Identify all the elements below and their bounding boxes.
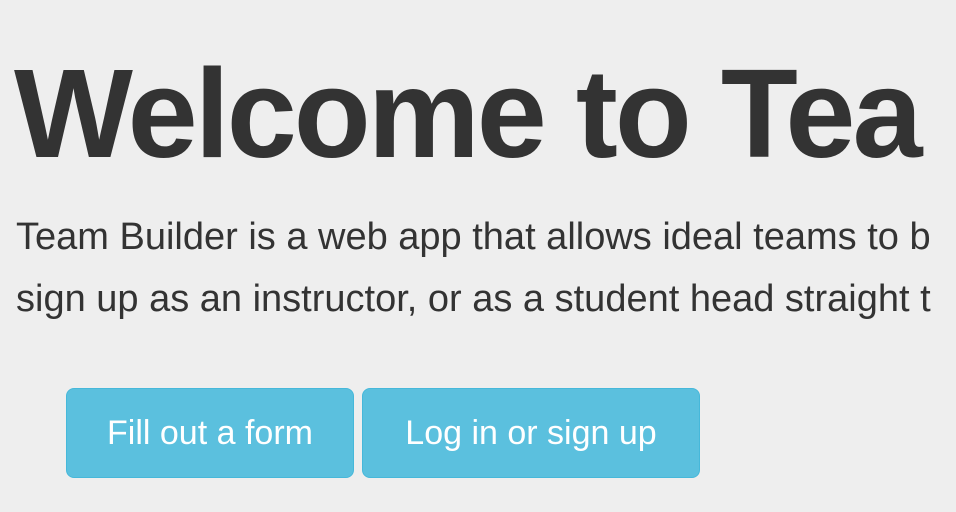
- intro-line-2: sign up as an instructor, or as a studen…: [16, 278, 931, 320]
- intro-text: Team Builder is a web app that allows id…: [16, 206, 931, 330]
- page-title: Welcome to Tea: [14, 43, 923, 184]
- jumbotron: Welcome to Tea Team Builder is a web app…: [0, 0, 956, 512]
- fill-out-form-button[interactable]: Fill out a form: [66, 388, 354, 478]
- intro-line-1: Team Builder is a web app that allows id…: [16, 216, 931, 258]
- login-signup-button[interactable]: Log in or sign up: [362, 388, 700, 478]
